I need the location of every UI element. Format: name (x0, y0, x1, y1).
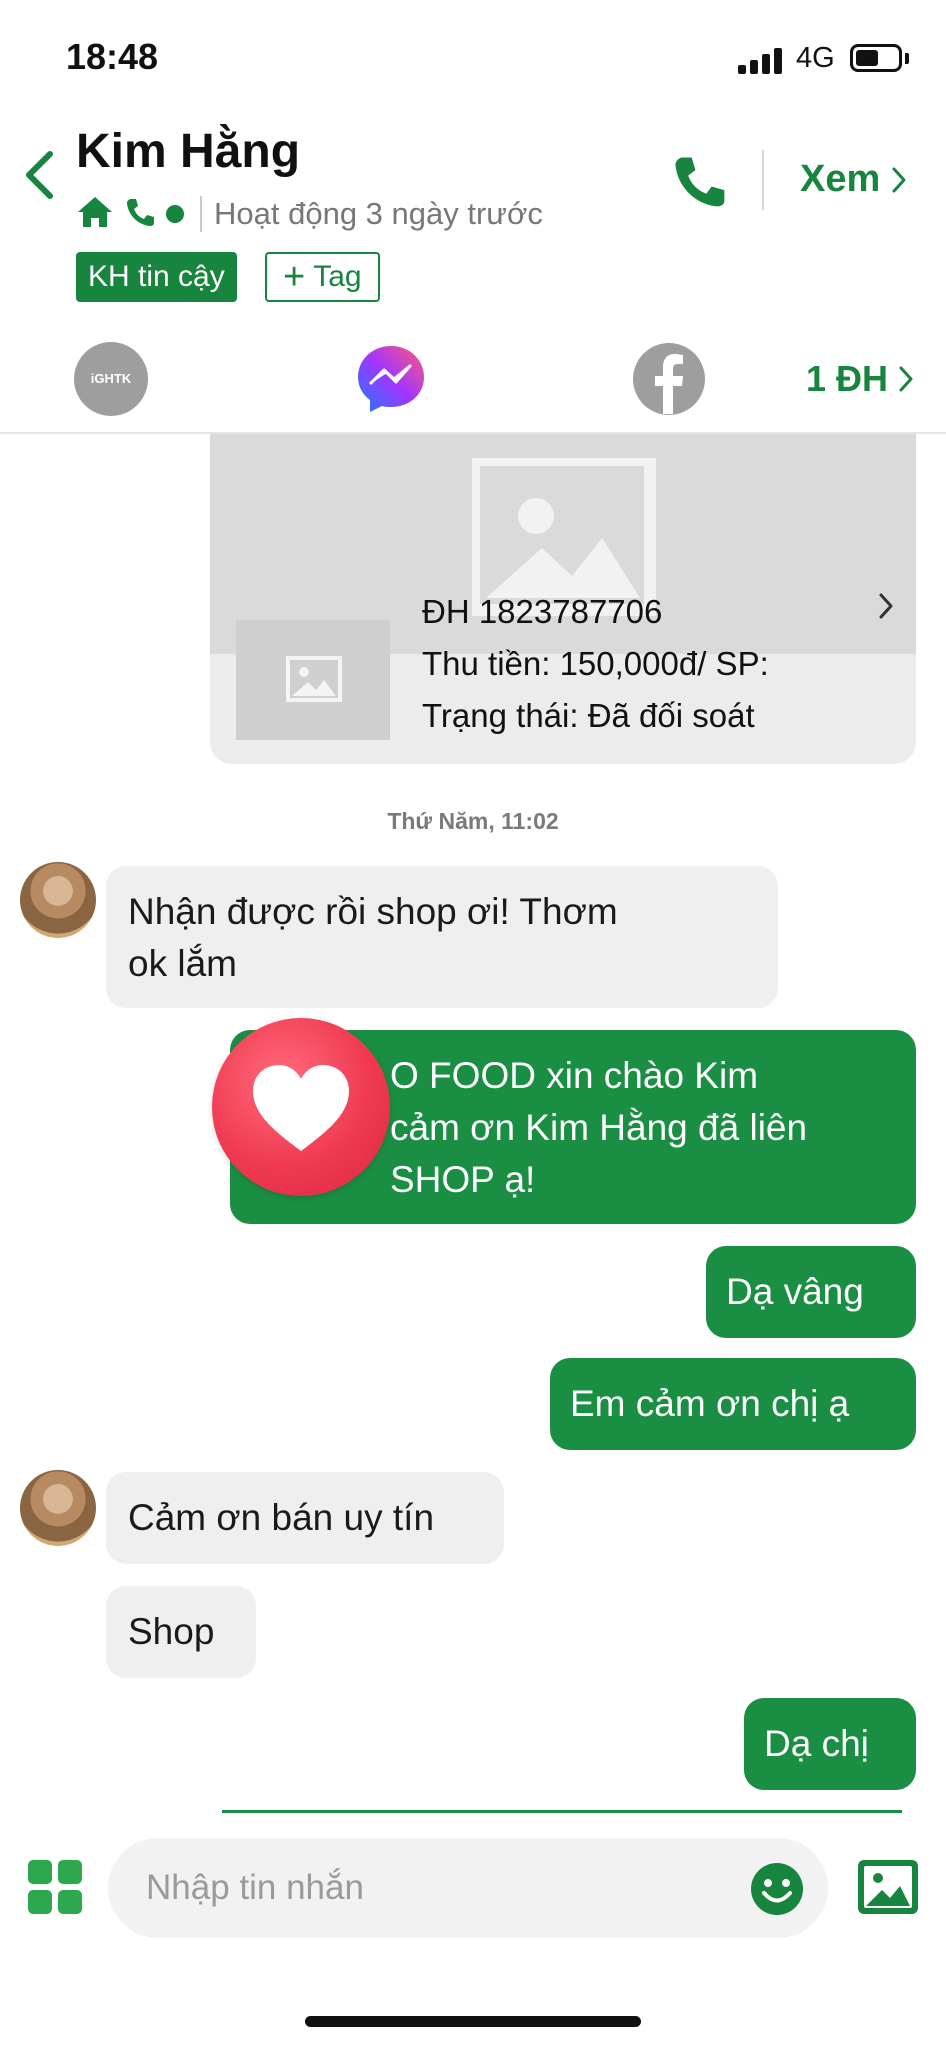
apps-grid-icon (28, 1860, 82, 1914)
back-button[interactable] (20, 148, 60, 202)
orders-count-label: 1 ĐH (806, 358, 889, 399)
message-bubble-incoming[interactable]: Shop (106, 1586, 256, 1678)
message-bubble-incoming[interactable]: Cảm ơn bán uy tín (106, 1472, 504, 1564)
signal-strength-icon (738, 46, 784, 74)
message-text: Em cảm ơn chị ạ (570, 1383, 850, 1424)
order-id: ĐH 1823787706 (422, 593, 663, 630)
messenger-channel-button[interactable] (354, 342, 428, 416)
message-bubble-outgoing[interactable]: Dạ chị (744, 1698, 916, 1790)
phone-icon (124, 196, 156, 233)
image-button[interactable] (856, 1858, 920, 1916)
heart-icon (253, 1065, 349, 1151)
call-icon (675, 157, 725, 207)
view-button[interactable]: Xem (800, 158, 908, 201)
order-card[interactable]: ĐH 1823787706 Thu tiền: 150,000đ/ SP: Tr… (210, 434, 916, 764)
battery-level (856, 50, 878, 66)
facebook-icon (633, 343, 705, 415)
order-amount: Thu tiền: 150,000đ/ SP: (422, 645, 769, 682)
network-type: 4G (796, 42, 835, 74)
message-text-line: Nhận được rồi shop ơi! Thơm (128, 891, 618, 932)
message-text: Dạ vâng (726, 1271, 864, 1312)
message-text: Cảm ơn bán uy tín (128, 1497, 435, 1538)
order-status: Trạng thái: Đã đối soát (422, 697, 755, 734)
messenger-icon (358, 346, 424, 412)
battery-cap (905, 53, 909, 64)
emoji-icon (751, 1863, 803, 1915)
tag-trusted-customer[interactable]: KH tin cậy (76, 252, 237, 302)
message-text: Dạ chị (764, 1723, 869, 1764)
online-dot-icon (166, 205, 184, 223)
avatar[interactable] (20, 862, 96, 938)
image-placeholder-icon (286, 656, 342, 702)
avatar[interactable] (20, 1470, 96, 1546)
message-input[interactable] (108, 1838, 828, 1938)
message-text-line: ok lắm (128, 943, 237, 984)
apps-button[interactable] (26, 1858, 84, 1916)
presence-divider (200, 196, 202, 232)
message-bubble-outgoing-partial (222, 1810, 902, 1813)
order-product-thumbnail (236, 620, 390, 740)
add-tag-label: Tag (313, 260, 362, 293)
status-time: 18:48 (66, 36, 159, 77)
back-chevron-icon (26, 151, 53, 199)
facebook-channel-button[interactable] (632, 342, 706, 416)
chevron-right-icon (892, 167, 906, 192)
message-bubble-incoming[interactable]: Nhận được rồi shop ơi! Thơm ok lắm (106, 866, 778, 1008)
gallery-icon (858, 1860, 918, 1914)
header-divider (762, 150, 764, 210)
date-separator: Thứ Năm, 11:02 (387, 808, 559, 834)
message-bubble-outgoing[interactable]: Dạ vâng (706, 1246, 916, 1338)
call-button[interactable] (670, 152, 728, 210)
orders-link[interactable]: 1 ĐH (806, 358, 914, 400)
message-bubble-outgoing[interactable]: Em cảm ơn chị ạ (550, 1358, 916, 1450)
add-tag-button[interactable]: + Tag (265, 252, 380, 302)
emoji-button[interactable] (750, 1862, 804, 1916)
home-icon (76, 195, 114, 234)
chevron-right-icon (899, 366, 913, 392)
message-text: Shop (128, 1611, 215, 1652)
battery-icon (850, 44, 902, 72)
chevron-right-icon (879, 593, 893, 619)
status-bar: 18:48 4G (0, 0, 946, 110)
ghtk-channel-button[interactable]: iGHTK (74, 342, 148, 416)
plus-icon: + (283, 256, 306, 298)
presence-row: Hoạt động 3 ngày trước (76, 194, 543, 234)
order-info: ĐH 1823787706 Thu tiền: 150,000đ/ SP: Tr… (422, 586, 769, 742)
last-active-status: Hoạt động 3 ngày trước (214, 196, 543, 231)
view-button-label: Xem (800, 158, 881, 200)
home-indicator[interactable] (305, 2016, 641, 2027)
contact-name[interactable]: Kim Hằng (76, 124, 300, 179)
reaction-heart[interactable] (212, 1018, 390, 1196)
